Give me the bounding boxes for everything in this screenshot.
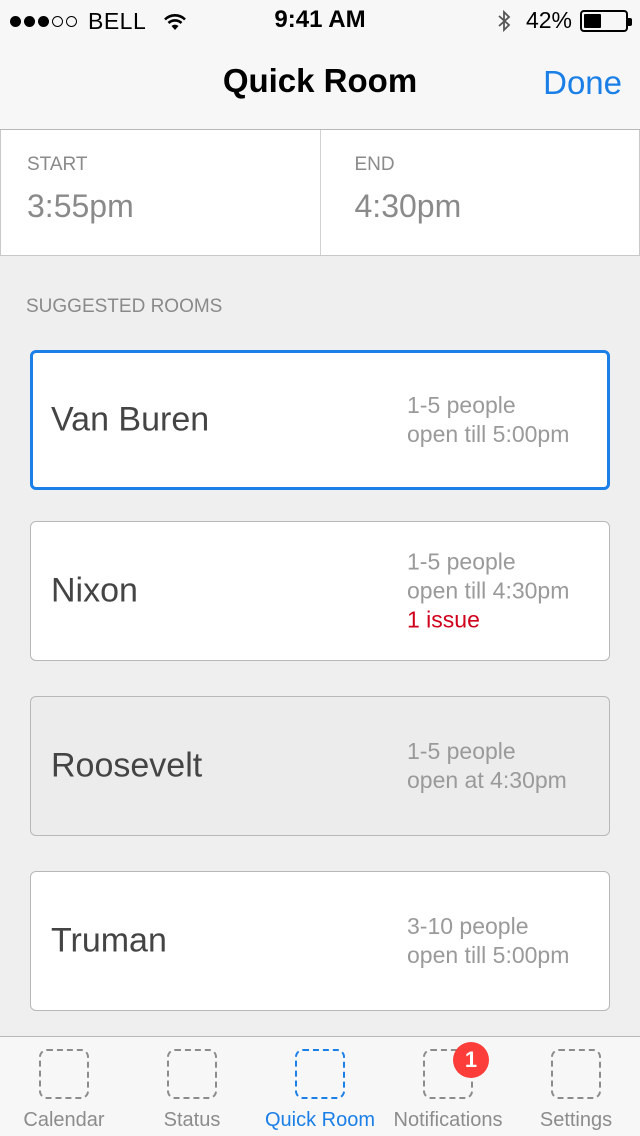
room-name: Nixon (51, 571, 138, 610)
room-card-truman[interactable]: Truman 3-10 people open till 5:00pm (30, 871, 610, 1011)
section-header-suggested-rooms: SUGGESTED ROOMS (26, 296, 223, 317)
end-time-value: 4:30pm (354, 188, 462, 224)
battery-percent: 42% (525, 7, 572, 33)
end-time-label: END (354, 154, 395, 175)
status-icon (167, 1049, 217, 1099)
room-capacity: 1-5 people (407, 738, 516, 764)
room-capacity: 1-5 people (407, 392, 516, 418)
done-button[interactable]: Done (543, 64, 622, 102)
tab-calendar[interactable]: Calendar (0, 1037, 128, 1136)
room-card-roosevelt[interactable]: Roosevelt 1-5 people open at 4:30pm (30, 696, 610, 836)
tab-quick-room[interactable]: Quick Room (256, 1037, 384, 1136)
top-bar: BELL 9:41 AM 42% Quick Room Done (0, 0, 640, 130)
room-name: Truman (51, 921, 167, 960)
status-bar: BELL 9:41 AM 42% (0, 0, 640, 40)
bluetooth-icon (498, 9, 511, 32)
settings-icon (551, 1049, 601, 1099)
room-details: 1-5 people open till 5:00pm (407, 391, 569, 449)
start-time-value: 3:55pm (27, 188, 134, 224)
room-availability: open till 4:30pm (407, 577, 570, 604)
battery-icon (580, 9, 632, 32)
notification-badge: 1 (453, 1042, 489, 1078)
room-availability: open till 5:00pm (407, 942, 570, 968)
calendar-icon (39, 1049, 89, 1099)
tab-label: Calendar (23, 1109, 105, 1131)
tab-notifications[interactable]: 1 Notifications (384, 1037, 512, 1136)
room-name: Van Buren (51, 400, 210, 439)
tab-label: Status (163, 1109, 221, 1131)
end-time-field[interactable]: END 4:30pm (319, 130, 640, 255)
room-capacity: 3-10 people (407, 913, 529, 939)
room-availability: open till 5:00pm (407, 421, 570, 447)
room-capacity: 1-5 people (407, 548, 516, 575)
room-name: Roosevelt (51, 746, 203, 785)
tab-label: Notifications (393, 1109, 503, 1131)
time-range-picker: START 3:55pm END 4:30pm (0, 130, 640, 256)
room-issue: 1 issue (407, 606, 480, 633)
tab-status[interactable]: Status (128, 1037, 256, 1136)
tab-label: Settings (539, 1109, 613, 1131)
room-details: 1-5 people open till 4:30pm 1 issue (407, 548, 569, 635)
room-card-van-buren[interactable]: Van Buren 1-5 people open till 5:00pm (30, 350, 610, 490)
start-time-label: START (27, 154, 88, 175)
tab-label: Quick Room (264, 1109, 376, 1131)
tab-settings[interactable]: Settings (512, 1037, 640, 1136)
room-details: 1-5 people open at 4:30pm (407, 737, 567, 795)
room-card-nixon[interactable]: Nixon 1-5 people open till 4:30pm 1 issu… (30, 521, 610, 661)
room-availability: open at 4:30pm (407, 767, 567, 793)
quick-room-icon (295, 1049, 345, 1099)
tab-bar: Calendar Status Quick Room 1 Notificatio… (0, 1036, 640, 1136)
start-time-field[interactable]: START 3:55pm (1, 130, 320, 255)
room-details: 3-10 people open till 5:00pm (407, 912, 569, 970)
